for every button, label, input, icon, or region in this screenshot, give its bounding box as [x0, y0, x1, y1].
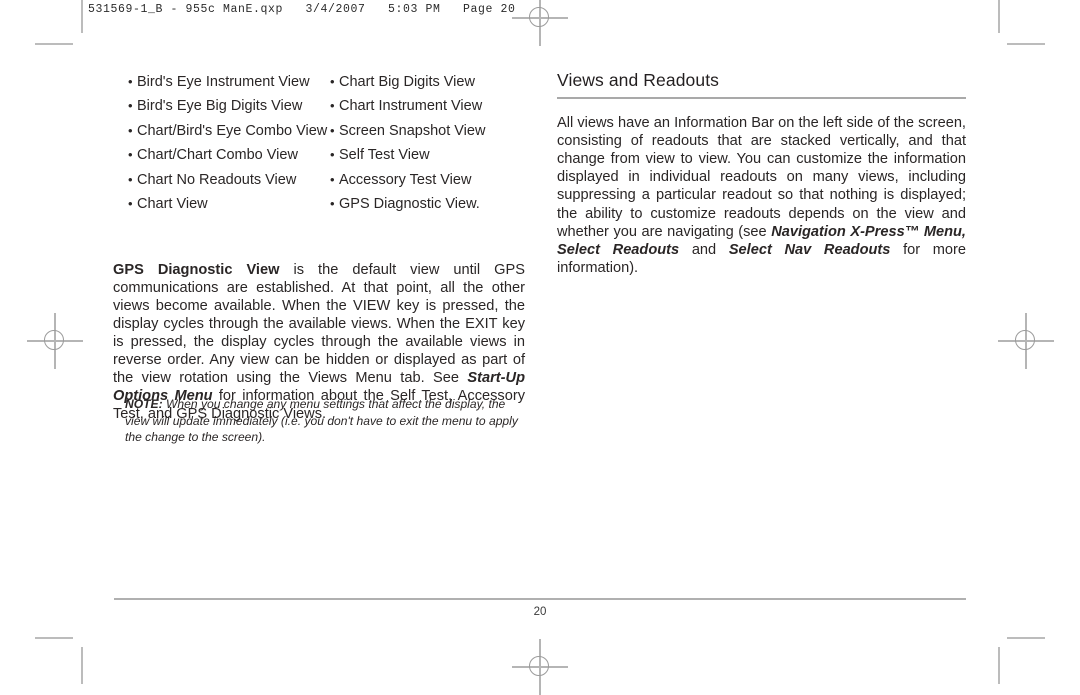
bullet-icon: •	[128, 122, 133, 138]
left-column: • Bird's Eye Instrument View • Bird's Ey…	[113, 70, 525, 444]
list-item: • Chart View	[128, 192, 327, 216]
list-item: • Accessory Test View	[330, 168, 485, 192]
registration-mark-top	[512, 0, 568, 46]
heading-divider	[557, 97, 966, 99]
list-item: • Bird's Eye Instrument View	[128, 70, 327, 94]
bullet-icon: •	[330, 147, 335, 163]
views-list-column-b: • Chart Big Digits View • Chart Instrume…	[330, 70, 485, 216]
list-item-label: Screen Snapshot View	[339, 122, 486, 139]
list-item: • Bird's Eye Big Digits View	[128, 94, 327, 118]
list-item-label: Accessory Test View	[339, 171, 472, 188]
list-item-label: Self Test View	[339, 147, 430, 164]
registration-ring	[44, 330, 64, 350]
crop-mark-bottom-left-vertical	[81, 647, 83, 684]
registration-ring	[529, 7, 549, 27]
list-item-label: Bird's Eye Instrument View	[137, 74, 310, 90]
crop-mark-bottom-right-horizontal	[1007, 637, 1045, 639]
bullet-icon: •	[128, 196, 133, 212]
bullet-icon: •	[330, 74, 335, 89]
list-item: • Chart Instrument View	[330, 94, 485, 118]
section-text-2: and	[679, 242, 729, 259]
views-and-readouts-paragraph: All views have an Information Bar on the…	[557, 114, 966, 278]
crop-mark-top-right-vertical	[998, 0, 1000, 33]
gps-diagnostic-term: GPS Diagnostic View	[113, 261, 280, 278]
list-item-label: Chart No Readouts View	[137, 171, 297, 188]
list-item-label: Chart View	[137, 196, 208, 213]
registration-mark-right	[998, 313, 1054, 369]
registration-mark-bottom	[512, 639, 568, 695]
crop-mark-bottom-right-vertical	[998, 647, 1000, 684]
footer-divider	[114, 598, 966, 600]
bullet-icon: •	[330, 122, 335, 138]
views-list-column-a: • Bird's Eye Instrument View • Bird's Ey…	[128, 70, 327, 216]
note-text: When you change any menu settings that a…	[125, 397, 518, 444]
section-text-1: All views have an Information Bar on the…	[557, 114, 966, 240]
page-number: 20	[533, 606, 547, 618]
list-item: • Chart No Readouts View	[128, 168, 327, 192]
page-title: Views and Readouts	[557, 70, 720, 90]
list-item: • Screen Snapshot View	[330, 119, 485, 143]
bullet-icon: •	[128, 74, 133, 89]
registration-ring	[1015, 330, 1035, 350]
list-item-label: Chart/Bird's Eye Combo View	[137, 122, 328, 139]
right-column: Views and Readouts All views have an Inf…	[557, 70, 966, 292]
bullet-icon: •	[128, 147, 133, 163]
list-item: • GPS Diagnostic View.	[330, 192, 485, 216]
crop-mark-top-left-vertical	[81, 0, 83, 33]
bullet-icon: •	[330, 196, 335, 212]
print-imposition-slug: 531569-1_B - 955c ManE.qxp 3/4/2007 5:03…	[88, 3, 516, 16]
list-item: • Chart Big Digits View	[330, 70, 485, 94]
crop-mark-top-right-horizontal	[1007, 43, 1045, 45]
views-bullet-lists: • Bird's Eye Instrument View • Bird's Ey…	[113, 70, 525, 218]
registration-ring	[529, 656, 549, 676]
select-nav-readouts-reference: Select Nav Readouts	[728, 242, 891, 259]
registration-mark-left	[27, 313, 83, 369]
list-item: • Chart/Chart Combo View	[128, 143, 327, 167]
bullet-icon: •	[128, 171, 133, 187]
bullet-icon: •	[330, 98, 335, 114]
list-item: • Self Test View	[330, 143, 485, 167]
list-item-label: Bird's Eye Big Digits View	[137, 98, 303, 115]
bullet-icon: •	[330, 171, 335, 187]
gps-paragraph-text-1: is the default view until GPS communicat…	[113, 261, 525, 387]
list-item-label: Chart/Chart Combo View	[137, 147, 298, 164]
note-block: NOTE: When you change any menu settings …	[125, 396, 525, 445]
list-item-label: Chart Big Digits View	[339, 74, 475, 90]
crop-mark-top-left-horizontal	[35, 43, 73, 45]
list-item-label: Chart Instrument View	[339, 98, 483, 115]
bullet-icon: •	[128, 98, 133, 114]
note-label: NOTE:	[125, 397, 163, 412]
list-item: • Chart/Bird's Eye Combo View	[128, 119, 327, 143]
crop-mark-bottom-left-horizontal	[35, 637, 73, 639]
list-item-label: GPS Diagnostic View.	[339, 196, 480, 213]
